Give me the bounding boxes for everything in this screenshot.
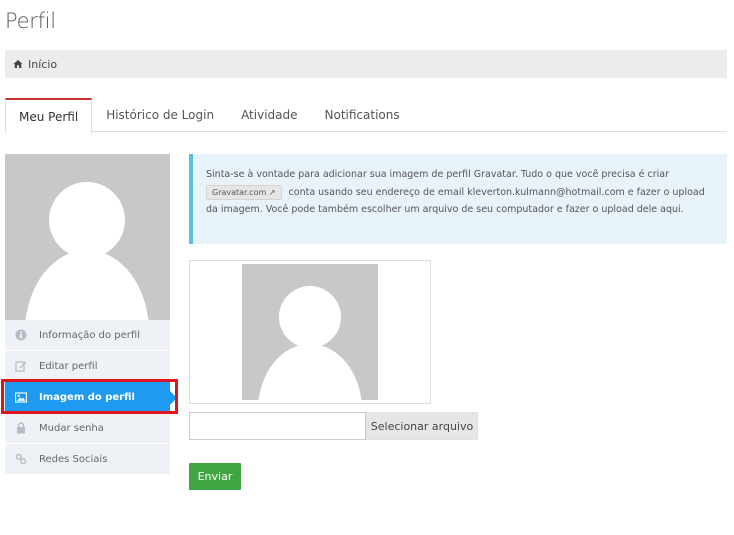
submit-button[interactable]: Enviar [189,463,241,490]
gravatar-link[interactable]: Gravatar.com ↗ [206,184,282,200]
sidebar-item-label: Imagem do perfil [39,391,135,403]
tab-historico-login[interactable]: Histórico de Login [93,98,227,132]
select-file-button[interactable]: Selecionar arquivo [366,412,478,440]
sidebar-item-senha[interactable]: Mudar senha [5,413,170,444]
tab-meu-perfil[interactable]: Meu Perfil [5,98,93,133]
lock-icon [15,422,27,434]
info-alert: Sinta-se à vontade para adicionar sua im… [189,154,727,244]
sidebar-item-redes[interactable]: Redes Sociais [5,444,170,475]
breadcrumb-home-link[interactable]: Início [28,58,57,71]
tab-atividade[interactable]: Atividade [228,98,310,132]
tab-notifications[interactable]: Notifications [312,98,413,132]
external-link-icon: ↗ [268,187,276,197]
home-icon[interactable] [13,59,23,69]
sidebar-item-editar[interactable]: Editar perfil [5,351,170,382]
sidebar-item-informacao[interactable]: Informação do perfil [5,320,170,351]
image-preview-frame [189,260,431,404]
avatar-preview [242,264,378,400]
page-title: Perfil [5,9,56,33]
profile-tabs: Meu Perfil Histórico de Login Atividade … [5,98,727,133]
sidebar-item-imagem[interactable]: Imagem do perfil [5,382,177,413]
image-icon [15,391,27,403]
profile-side-menu: Informação do perfil Editar perfil Image… [5,320,177,475]
sidebar-item-label: Redes Sociais [39,453,108,465]
info-text-before: Sinta-se à vontade para adicionar sua im… [206,169,669,180]
edit-icon [15,360,27,372]
link-icon [15,453,27,465]
sidebar-item-label: Informação do perfil [39,329,140,341]
sidebar-item-label: Editar perfil [39,360,98,372]
info-icon [15,329,27,341]
avatar [5,154,170,320]
file-path-field[interactable] [189,412,366,440]
breadcrumb: Início [5,50,727,78]
sidebar-item-label: Mudar senha [39,422,104,434]
